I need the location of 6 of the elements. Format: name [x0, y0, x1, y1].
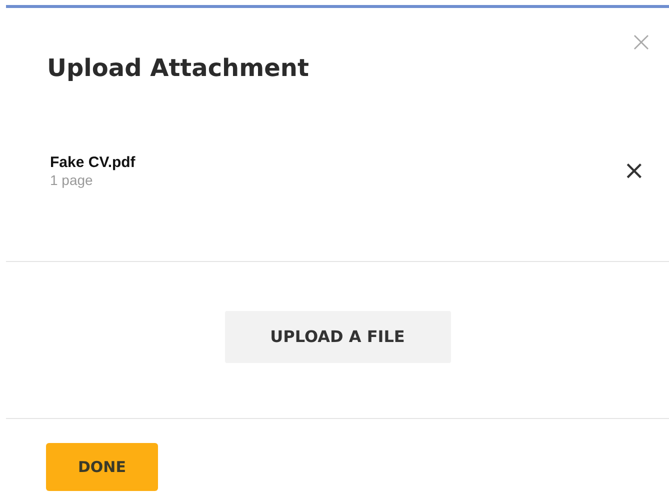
file-name: Fake CV.pdf [50, 154, 136, 172]
page-count: 1 page [50, 172, 94, 188]
upload-file-button[interactable]: UPLOAD A FILE [224, 311, 450, 363]
remove-file-button[interactable]: × [621, 158, 647, 184]
dialog-title: Upload Attachment [47, 53, 309, 83]
done-button[interactable]: DONE [46, 443, 158, 491]
